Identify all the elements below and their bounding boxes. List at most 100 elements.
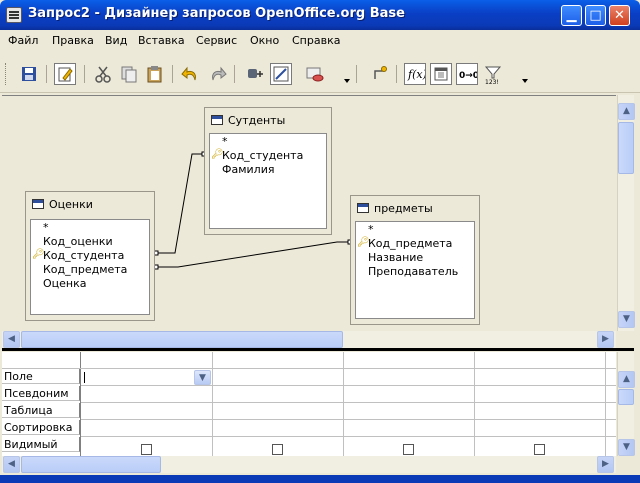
maximize-button[interactable]: □ (585, 5, 606, 26)
menu-edit[interactable]: Правка (52, 34, 94, 47)
fx-icon: f(x) (407, 68, 427, 81)
table-insert-icon (248, 69, 263, 78)
table-window-students-fields[interactable]: * 🔑︎ Код_студента Фамилия (209, 133, 327, 229)
copy-button[interactable] (118, 63, 140, 85)
field-item[interactable]: Код_предмета (43, 263, 127, 276)
visible-checkbox[interactable] (403, 444, 414, 455)
grid-row (81, 403, 616, 420)
design-horizontal-scrollbar[interactable]: ◀ ▶ (2, 331, 616, 348)
scroll-thumb[interactable] (618, 389, 634, 405)
field-cell-input[interactable]: ▼ (81, 369, 212, 386)
add-table-button[interactable] (244, 63, 266, 85)
functions-fx-button[interactable]: f(x) (404, 63, 427, 85)
minimize-button[interactable]: ▁ (561, 5, 582, 26)
table-window-subjects[interactable]: предметы * 🔑︎ Код_предмета Название Преп… (350, 195, 480, 325)
field-item[interactable]: Преподаватель (368, 265, 458, 278)
paste-button[interactable] (144, 63, 166, 85)
pane-splitter[interactable] (2, 348, 634, 351)
field-item[interactable]: * (368, 223, 374, 236)
visible-checkbox[interactable] (272, 444, 283, 455)
design-view-button[interactable] (270, 63, 292, 85)
copy-icon (121, 66, 137, 83)
table-icon (357, 203, 369, 213)
alias-button[interactable]: 0→0 (456, 63, 479, 85)
toolbar-grip[interactable] (5, 63, 9, 85)
query-criteria-grid[interactable]: Поле Псевдоним Таблица Сортировка Видимы… (2, 352, 616, 456)
field-item[interactable]: Код_студента (222, 149, 303, 162)
visible-checkbox[interactable] (534, 444, 545, 455)
distinct-values-icon: 123! (484, 66, 502, 86)
menu-view[interactable]: Вид (105, 34, 127, 47)
toolbar-overflow-dropdown[interactable] (522, 77, 528, 83)
field-item[interactable]: Название (368, 251, 423, 264)
alias-icon: 0→0 (459, 71, 479, 81)
run-query-button[interactable] (304, 63, 326, 85)
scroll-up-button[interactable]: ▲ (618, 103, 635, 120)
field-item[interactable]: * (222, 135, 228, 148)
row-header-table[interactable]: Таблица (2, 403, 80, 418)
design-vertical-scrollbar[interactable]: ▲ ▼ (617, 95, 635, 331)
field-item[interactable]: Код_предмета (368, 237, 452, 250)
save-button[interactable] (18, 63, 40, 85)
window-bottom-border (0, 475, 640, 483)
grid-vertical-scrollbar[interactable]: ▲ ▼ (617, 352, 635, 456)
grid-horizontal-scrollbar[interactable]: ◀ ▶ (2, 456, 616, 473)
table-name-button[interactable] (430, 63, 452, 85)
row-header-sort[interactable]: Сортировка (2, 420, 80, 435)
table-icon (32, 199, 44, 209)
scroll-left-button[interactable]: ◀ (3, 456, 20, 473)
field-item[interactable]: Код_оценки (43, 235, 113, 248)
table-window-students-title: Сутденты (228, 114, 286, 127)
table-window-subjects-header[interactable]: предметы (357, 202, 433, 218)
table-window-students-header[interactable]: Сутденты (211, 114, 285, 130)
undo-button[interactable] (180, 63, 202, 85)
scroll-up-button[interactable]: ▲ (618, 371, 635, 388)
menu-window[interactable]: Окно (250, 34, 279, 47)
table-window-students[interactable]: Сутденты * 🔑︎ Код_студента Фамилия (204, 107, 332, 235)
undo-icon (181, 66, 196, 81)
maximize-icon: □ (589, 8, 602, 23)
menu-tools[interactable]: Сервис (196, 34, 237, 47)
edit-icon (58, 67, 73, 82)
table-window-grades[interactable]: Оценки * Код_оценки 🔑︎ Код_студента Код_… (25, 191, 155, 321)
grid-column-header-row[interactable] (2, 352, 616, 369)
table-name-icon (434, 67, 448, 81)
field-dropdown-button[interactable]: ▼ (194, 370, 211, 385)
title-bar[interactable]: Запрос2 - Дизайнер запросов OpenOffice.o… (0, 0, 640, 30)
field-item[interactable]: Фамилия (222, 163, 274, 176)
table-window-grades-fields[interactable]: * Код_оценки 🔑︎ Код_студента Код_предмет… (30, 219, 150, 315)
scroll-thumb[interactable] (21, 331, 343, 348)
edit-mode-button[interactable] (54, 63, 76, 85)
svg-text:123!: 123! (485, 79, 499, 85)
run-query-dropdown[interactable] (344, 77, 350, 83)
row-header-field[interactable]: Поле (2, 369, 80, 384)
scroll-down-button[interactable]: ▼ (618, 439, 635, 456)
cut-button[interactable] (92, 63, 114, 85)
menu-file[interactable]: Файл (8, 34, 38, 47)
close-button[interactable]: ✕ (609, 5, 630, 26)
function-toggle-icon (374, 66, 387, 79)
menu-bar: Файл Правка Вид Вставка Сервис Окно Спра… (0, 30, 640, 52)
table-window-subjects-fields[interactable]: * 🔑︎ Код_предмета Название Преподаватель (355, 221, 475, 319)
field-item[interactable]: Оценка (43, 277, 87, 290)
menu-help[interactable]: Справка (292, 34, 340, 47)
field-item[interactable]: * (43, 221, 49, 234)
visible-checkbox[interactable] (141, 444, 152, 455)
scroll-right-button[interactable]: ▶ (597, 456, 614, 473)
redo-button[interactable] (206, 63, 228, 85)
row-header-visible[interactable]: Видимый (2, 437, 80, 452)
menu-insert[interactable]: Вставка (138, 34, 185, 47)
functions-button[interactable] (370, 63, 392, 85)
scroll-thumb[interactable] (618, 122, 634, 174)
distinct-values-button[interactable]: 123! (482, 63, 504, 86)
scroll-down-button[interactable]: ▼ (618, 311, 635, 328)
table-window-grades-header[interactable]: Оценки (32, 198, 93, 214)
row-header-alias[interactable]: Псевдоним (2, 386, 80, 401)
query-design-area[interactable]: Сутденты * 🔑︎ Код_студента Фамилия Оценк… (2, 95, 616, 331)
scroll-thumb[interactable] (21, 456, 161, 473)
scroll-left-button[interactable]: ◀ (3, 331, 20, 348)
svg-text:f(x): f(x) (407, 68, 425, 81)
app-icon[interactable] (6, 7, 22, 23)
scroll-right-button[interactable]: ▶ (597, 331, 614, 348)
field-item[interactable]: Код_студента (43, 249, 124, 262)
